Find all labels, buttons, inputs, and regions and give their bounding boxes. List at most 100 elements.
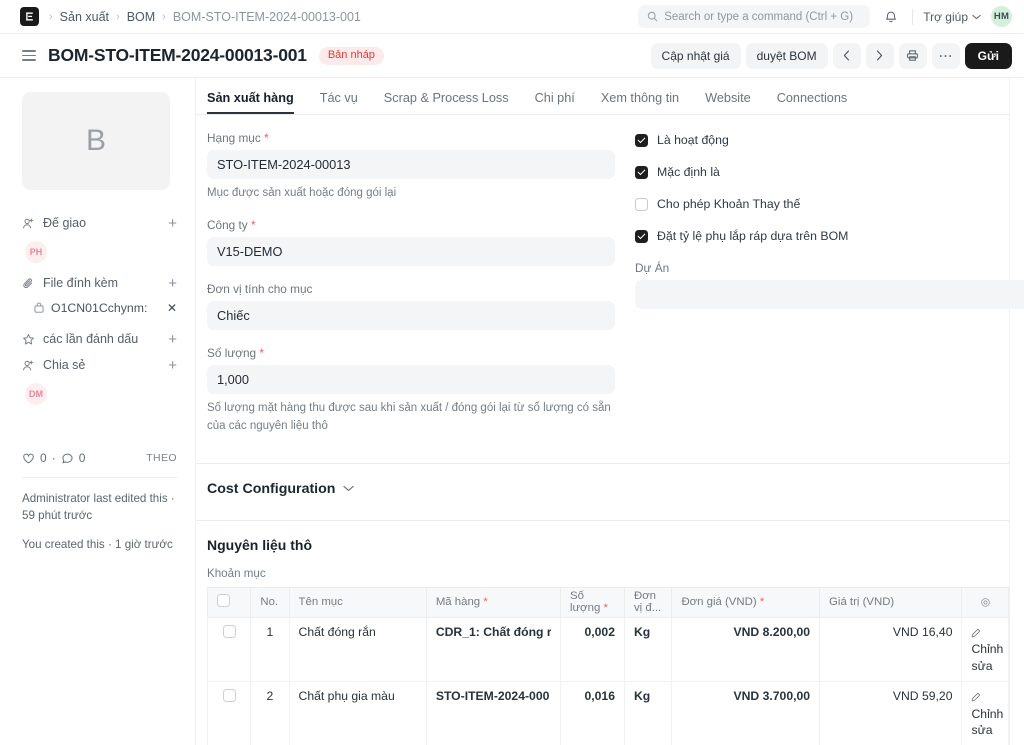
quantity-input[interactable]: 1,000 bbox=[207, 365, 615, 395]
row-rate[interactable]: VND 3.700,00 bbox=[671, 681, 821, 745]
cost-configuration-section-header[interactable]: Cost Configuration bbox=[196, 464, 1009, 514]
assigned-user-avatar[interactable]: PH bbox=[25, 241, 47, 263]
sidebar-toggle-icon[interactable] bbox=[22, 50, 36, 61]
chevron-down-icon[interactable] bbox=[343, 485, 355, 492]
document-image-placeholder[interactable]: B bbox=[22, 92, 170, 190]
select-all-header[interactable] bbox=[206, 586, 252, 618]
help-menu[interactable]: Trợ giúp bbox=[923, 10, 981, 24]
breadcrumb: › Sản xuất › BOM › BOM-STO-ITEM-2024-000… bbox=[49, 10, 361, 24]
column-header-code: Mã hàng * bbox=[426, 586, 562, 618]
attachment-item[interactable]: O1CN01Cchynm: ✕ bbox=[33, 298, 177, 318]
is-active-label: Là hoạt động bbox=[657, 133, 729, 147]
table-row[interactable]: 2 Chất phụ gia màu STO-ITEM-2024-000 0,0… bbox=[206, 681, 1009, 745]
like-icon[interactable] bbox=[22, 452, 35, 465]
row-quantity[interactable]: 0,016 bbox=[560, 681, 625, 745]
tab-website[interactable]: Website bbox=[705, 91, 751, 114]
tab-san-xuat-hang[interactable]: Sản xuất hàng bbox=[207, 91, 294, 114]
form-column-right: Là hoạt động Mặc định là Cho phép Khoản … bbox=[635, 131, 1024, 451]
sidebar-section-bookmarks[interactable]: các lần đánh dấu + bbox=[22, 328, 177, 350]
is-default-checkbox[interactable] bbox=[635, 165, 648, 179]
approve-bom-button[interactable]: duyệt BOM bbox=[745, 42, 828, 69]
more-options-button[interactable] bbox=[931, 42, 960, 69]
row-select-cell[interactable] bbox=[206, 617, 252, 683]
field-quantity: Số lượng * 1,000 Số lượng mặt hàng thu đ… bbox=[207, 346, 615, 435]
row-item-code[interactable]: STO-ITEM-2024-000 bbox=[426, 681, 562, 745]
raw-materials-section-title: Nguyên liệu thô bbox=[207, 536, 312, 553]
share-add-button[interactable]: + bbox=[168, 358, 177, 373]
checkbox-is-default[interactable]: Mặc định là bbox=[635, 165, 1024, 179]
comment-icon[interactable] bbox=[61, 452, 74, 465]
table-row[interactable]: 1 Chất đóng rắn CDR_1: Chất đóng rắn 0,0… bbox=[206, 617, 1009, 683]
sidebar-section-attachments[interactable]: File đính kèm + bbox=[22, 272, 177, 294]
quantity-label: Số lượng * bbox=[207, 346, 264, 361]
is-active-checkbox[interactable] bbox=[635, 133, 648, 147]
tab-tac-vu[interactable]: Tác vụ bbox=[320, 91, 358, 114]
checkbox-is-active[interactable]: Là hoạt động bbox=[635, 133, 1024, 147]
row-uom[interactable]: Kg bbox=[624, 681, 673, 745]
paperclip-icon bbox=[22, 277, 37, 290]
item-input[interactable]: STO-ITEM-2024-00013 bbox=[207, 150, 615, 179]
row-checkbox[interactable] bbox=[222, 624, 236, 638]
select-all-checkbox[interactable] bbox=[217, 594, 230, 608]
row-checkbox[interactable] bbox=[222, 689, 236, 703]
app-logo-icon[interactable] bbox=[20, 7, 39, 26]
sidebar-section-share[interactable]: Chia sẻ + bbox=[22, 354, 177, 376]
sidebar-divider bbox=[22, 477, 177, 478]
document-stats: 0 · 0 THEO bbox=[22, 451, 177, 465]
raw-materials-table: No. Tên mục Mã hàng * Số lượng * Đơn vị … bbox=[206, 586, 1009, 745]
submit-button[interactable]: Gửi bbox=[964, 42, 1012, 69]
uom-input[interactable]: Chiếc bbox=[207, 301, 615, 331]
row-item-name[interactable]: Chất phụ gia màu bbox=[289, 681, 427, 745]
column-header-no: No. bbox=[250, 586, 290, 618]
breadcrumb-item-0[interactable]: Sản xuất bbox=[60, 10, 109, 24]
share-label: Chia sẻ bbox=[43, 358, 86, 372]
comment-count: 0 bbox=[78, 451, 86, 465]
row-item-code[interactable]: CDR_1: Chất đóng rắn bbox=[426, 617, 562, 683]
checkbox-allow-alternative[interactable]: Cho phép Khoản Thay thế bbox=[635, 197, 1024, 211]
row-quantity[interactable]: 0,002 bbox=[560, 617, 625, 683]
project-input[interactable] bbox=[635, 280, 1024, 309]
tab-scrap-process-loss[interactable]: Scrap & Process Loss bbox=[384, 91, 509, 114]
chevron-down-icon bbox=[972, 14, 981, 20]
follow-button[interactable]: THEO bbox=[146, 452, 177, 464]
search-input[interactable]: Search or type a command (Ctrl + G) bbox=[638, 5, 871, 28]
cost-configuration-title: Cost Configuration bbox=[207, 480, 336, 497]
row-item-name[interactable]: Chất đóng rắn bbox=[289, 617, 427, 683]
row-select-cell[interactable] bbox=[206, 681, 252, 745]
tab-connections[interactable]: Connections bbox=[777, 91, 848, 114]
navbar-divider bbox=[912, 8, 914, 25]
attachment-remove-icon[interactable]: ✕ bbox=[167, 301, 177, 315]
next-document-button[interactable] bbox=[865, 42, 894, 69]
attachment-file-name: O1CN01Cchynm: bbox=[51, 301, 148, 315]
checkbox-set-rate-based-on-bom[interactable]: Đặt tỷ lệ phụ lắp ráp dựa trên BOM bbox=[635, 229, 1024, 243]
set-rate-based-on-bom-checkbox[interactable] bbox=[635, 229, 648, 243]
created-note: You created this · 1 giờ trước bbox=[22, 537, 173, 551]
update-price-button[interactable]: Cập nhật giá bbox=[650, 42, 741, 69]
main-content: Sản xuất hàng Tác vụ Scrap & Process Los… bbox=[196, 78, 1024, 745]
company-input[interactable]: V15-DEMO bbox=[207, 237, 615, 267]
shared-user-avatar[interactable]: DM bbox=[25, 383, 47, 405]
attachment-add-button[interactable]: + bbox=[168, 276, 177, 291]
row-edit-button[interactable]: Chỉnh sửa bbox=[961, 681, 1009, 745]
previous-document-button[interactable] bbox=[832, 42, 861, 69]
search-icon bbox=[647, 11, 658, 22]
bookmark-add-button[interactable]: + bbox=[168, 332, 177, 347]
allow-alternative-checkbox[interactable] bbox=[635, 197, 648, 211]
bookmarks-label: các lần đánh dấu bbox=[43, 332, 139, 346]
column-settings-header[interactable] bbox=[961, 586, 1009, 618]
breadcrumb-item-2[interactable]: BOM-STO-ITEM-2024-00013-001 bbox=[173, 10, 361, 24]
required-marker: * bbox=[250, 218, 256, 233]
sidebar-section-assign[interactable]: Đế giao + bbox=[22, 212, 177, 234]
print-button[interactable] bbox=[898, 42, 927, 69]
row-edit-button[interactable]: Chỉnh sửa bbox=[961, 617, 1009, 683]
row-rate[interactable]: VND 8.200,00 bbox=[671, 617, 821, 683]
breadcrumb-item-1[interactable]: BOM bbox=[127, 10, 155, 24]
assign-add-button[interactable]: + bbox=[168, 216, 177, 231]
tab-chi-phi[interactable]: Chi phí bbox=[535, 91, 575, 114]
tab-xem-thong-tin[interactable]: Xem thông tin bbox=[601, 91, 679, 114]
notifications-bell-icon[interactable] bbox=[880, 6, 902, 28]
pencil-icon bbox=[971, 628, 981, 638]
row-uom[interactable]: Kg bbox=[624, 617, 673, 683]
navbar-right: Search or type a command (Ctrl + G) Trợ … bbox=[638, 5, 1012, 28]
user-avatar[interactable]: HM bbox=[991, 6, 1012, 27]
